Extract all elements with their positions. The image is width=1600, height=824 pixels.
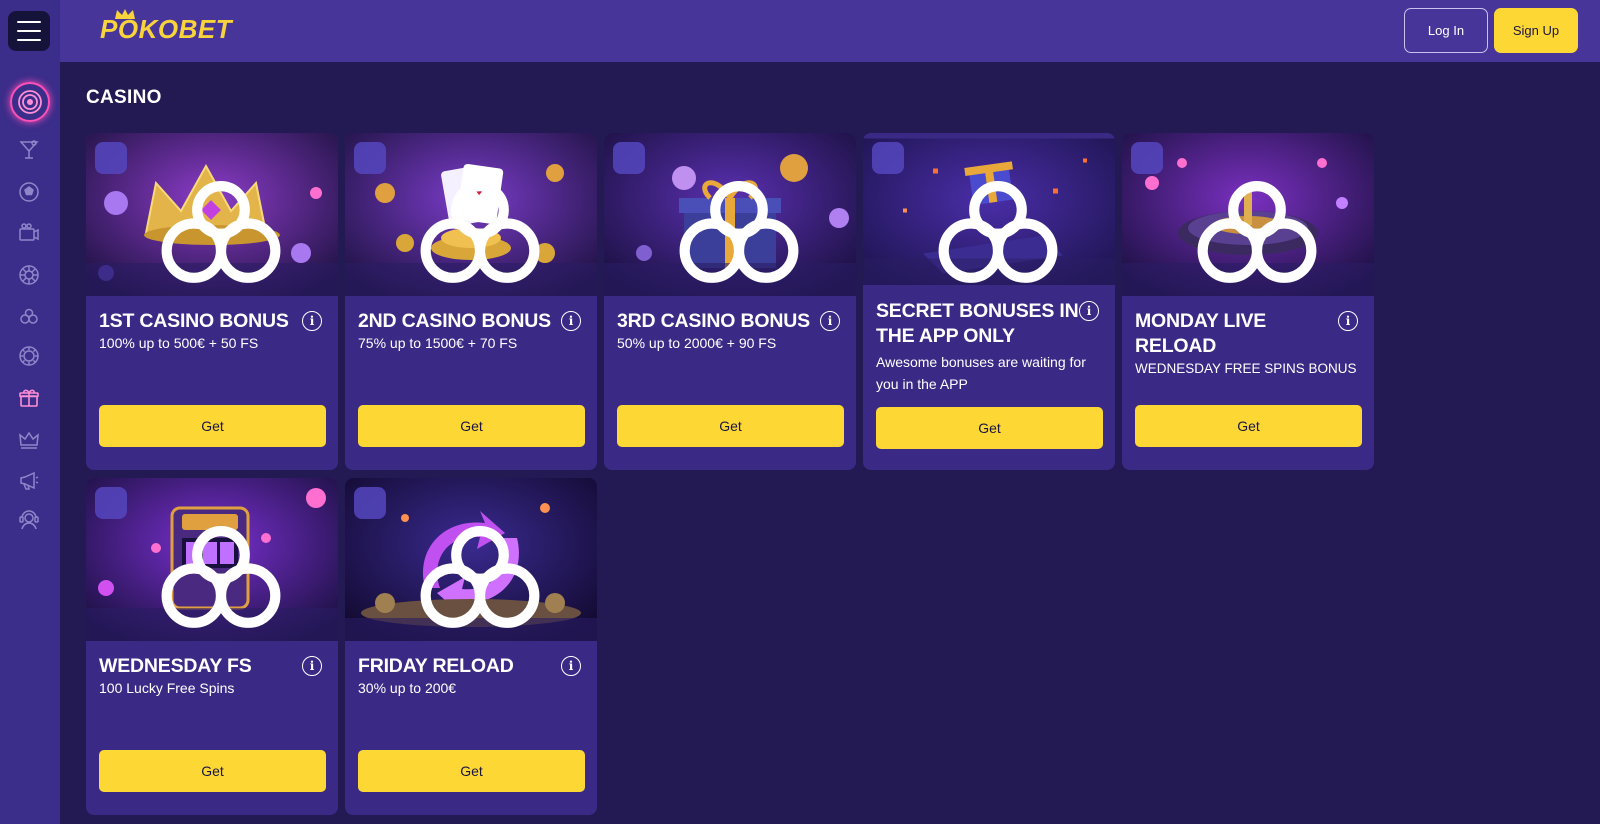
cherries-icon [354, 142, 540, 283]
signup-button[interactable]: Sign Up [1494, 8, 1578, 53]
bonus-subtitle: 100% up to 500€ + 50 FS [99, 335, 259, 351]
cherries-icon [872, 142, 1058, 283]
phone-gift-image [863, 133, 1115, 285]
soccer-ball-icon[interactable] [14, 177, 44, 207]
live-video-icon[interactable] [14, 218, 44, 248]
bonus-subtitle: 50% up to 2000€ + 90 FS [617, 335, 777, 351]
get-bonus-button[interactable]: Get [617, 405, 844, 447]
bonus-title: MONDAY LIVE RELOAD [1135, 310, 1267, 357]
get-bonus-button[interactable]: Get [876, 407, 1103, 449]
bonus-subtitle: 75% up to 1500€ + 70 FS [358, 335, 518, 351]
cherries-icon [613, 142, 799, 283]
megaphone-icon[interactable] [14, 465, 44, 495]
login-button[interactable]: Log In [1404, 8, 1488, 53]
slot-machine-image [86, 478, 338, 641]
roulette-image [1122, 133, 1374, 296]
bonus-card: 3RD CASINO BONUS i 50% up to 2000€ + 90 … [604, 133, 856, 470]
bonus-subtitle: 30% up to 200€ [358, 680, 457, 696]
get-bonus-button[interactable]: Get [99, 405, 326, 447]
logo-crown-icon [115, 9, 135, 19]
bonus-card: SECRET BONUSES IN THE APP ONLY i Awesome… [863, 133, 1115, 470]
info-icon[interactable]: i [302, 656, 322, 676]
bonus-card: WEDNESDAY FS i 100 Lucky Free Spins Get [86, 478, 338, 815]
info-icon[interactable]: i [561, 656, 581, 676]
cherries-icon [354, 487, 540, 628]
get-bonus-button[interactable]: Get [358, 750, 585, 792]
reload-arrows-image [345, 478, 597, 641]
info-icon[interactable]: i [1079, 301, 1099, 321]
info-icon[interactable]: i [1338, 311, 1358, 331]
bonus-title: WEDNESDAY FS [99, 655, 252, 677]
support-agent-icon[interactable] [14, 505, 44, 535]
get-bonus-button[interactable]: Get [358, 405, 585, 447]
bonus-subtitle: WEDNESDAY FREE SPINS BONUS [1135, 361, 1357, 376]
info-icon[interactable]: i [302, 311, 322, 331]
get-bonus-button[interactable]: Get [99, 750, 326, 792]
poker-chip-icon[interactable] [14, 341, 44, 371]
cherries-icon[interactable] [14, 300, 44, 330]
bonus-title: 3RD CASINO BONUS [617, 310, 810, 332]
bonus-card: FRIDAY RELOAD i 30% up to 200€ Get [345, 478, 597, 815]
bonus-title: 2ND CASINO BONUS [358, 310, 551, 332]
cards-coins-image: ♥ [345, 133, 597, 296]
cherries-icon [95, 487, 281, 628]
info-icon[interactable]: i [820, 311, 840, 331]
get-bonus-button[interactable]: Get [1135, 405, 1362, 447]
bonus-card: 1ST CASINO BONUS i 100% up to 500€ + 50 … [86, 133, 338, 470]
bonus-card: MONDAY LIVE RELOAD i WEDNESDAY FREE SPIN… [1122, 133, 1374, 470]
target-icon[interactable] [10, 82, 50, 122]
bonus-title: 1ST CASINO BONUS [99, 310, 289, 332]
bonus-subtitle: 100 Lucky Free Spins [99, 680, 235, 696]
cocktail-icon[interactable] [14, 135, 44, 165]
bonus-card: ♥ 2ND CASINO BONUS i 75% up to 1500€ + 7… [345, 133, 597, 470]
crown-icon[interactable] [14, 424, 44, 454]
roulette-wheel-icon[interactable] [14, 260, 44, 290]
top-header: POKOBET Log In Sign Up [60, 0, 1600, 62]
bonus-title: SECRET BONUSES IN THE APP ONLY [876, 300, 1079, 347]
bonus-title: FRIDAY RELOAD [358, 655, 514, 677]
cherries-icon [1131, 142, 1317, 283]
cherries-icon [95, 142, 281, 283]
pokobet-logo[interactable]: POKOBET [100, 9, 232, 50]
bonus-subtitle: Awesome bonuses are waiting for you in t… [876, 354, 1086, 392]
sidebar [0, 0, 60, 824]
page-title: CASINO [86, 87, 162, 108]
menu-icon[interactable] [8, 11, 50, 51]
gift-box-image [604, 133, 856, 296]
info-icon[interactable]: i [561, 311, 581, 331]
crown-image [86, 133, 338, 296]
gift-icon[interactable] [14, 383, 44, 413]
